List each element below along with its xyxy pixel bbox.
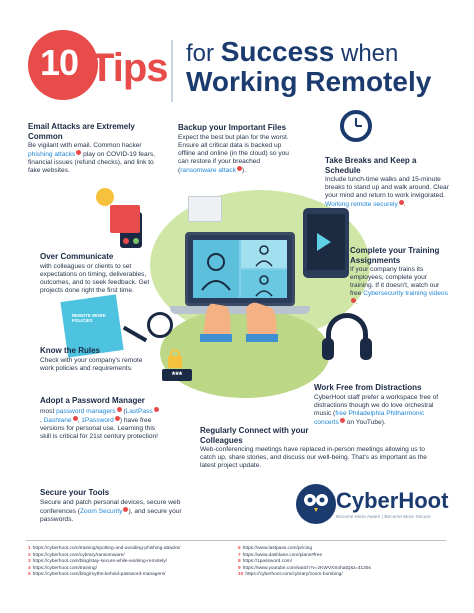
source-item[interactable]: 8 https://1password.com/ xyxy=(238,559,371,566)
password-field-icon: *** xyxy=(162,369,192,381)
sources-list-right: 6 https://www.lastpass.com/pricing 7 https… xyxy=(238,546,371,579)
tip-tools-title: Secure your Tools xyxy=(40,488,110,497)
tip-training-title: Complete your Training Assignments xyxy=(350,246,440,265)
source-number: 9 xyxy=(238,565,241,571)
tip-connect-text: Web-conferencing meetings have replaced … xyxy=(200,446,427,470)
source-number: 4 xyxy=(28,565,31,571)
tip-breaks-title: Take Breaks and Keep a Schedule xyxy=(325,156,417,175)
owl-face-icon xyxy=(304,494,328,512)
tip-rules-title: Know the Rules xyxy=(40,346,101,355)
tip-training: Complete your Training Assignments If yo… xyxy=(350,246,450,307)
source-url: https://www.lastpass.com/pricing xyxy=(242,546,312,551)
tip-communicate: Over Communicate with colleagues or clie… xyxy=(40,252,158,295)
working-remote-securely-link[interactable]: Working remote securely xyxy=(325,201,398,208)
source-url: https://cyberhoot.com/blog/myths-behind-… xyxy=(32,572,166,578)
tip-distractions-text-2: on YouTube). xyxy=(344,418,386,426)
ransomware-attack-link[interactable]: ransomware attack xyxy=(180,167,236,174)
source-item[interactable]: 3 https://cyberhoot.com/blog/stay-secure-… xyxy=(28,559,180,566)
tip-breaks-text-2: . xyxy=(403,201,406,209)
coffee-mug-icon xyxy=(147,312,173,338)
source-item[interactable]: 10 https://cyberhoot.com/cybrary/zoom-bom… xyxy=(238,572,371,579)
sources-list-left: 1 https://cyberhoot.com/training/spotting… xyxy=(28,546,180,579)
headphones-right-cup xyxy=(360,338,372,360)
tip-distractions: Work Free from Distractions CyberHoot st… xyxy=(314,383,442,427)
tip-connect-title: Regularly Connect with your Colleagues xyxy=(200,426,309,445)
tip-distractions-title: Work Free from Distractions xyxy=(314,383,422,392)
source-number: 6 xyxy=(238,546,241,551)
typing-hands-icon xyxy=(200,302,278,342)
video-call-screen xyxy=(193,240,287,298)
headphones-left-cup xyxy=(322,338,334,360)
header-divider xyxy=(171,40,173,102)
tip-breaks: Take Breaks and Keep a Schedule Include … xyxy=(325,156,449,209)
source-number: 8 xyxy=(238,559,241,565)
source-number: 5 xyxy=(28,572,31,578)
tips-number: 10 xyxy=(40,42,79,83)
source-number: 2 xyxy=(28,552,31,558)
source-number: 3 xyxy=(28,559,31,565)
clock-hands-icon xyxy=(355,118,362,127)
source-item[interactable]: 5 https://cyberhoot.com/blog/myths-behind… xyxy=(28,572,180,579)
source-url: https://cyberhoot.com/cybrary/ransomware… xyxy=(32,552,125,558)
tip-email-text: Be vigilant with email. Common hacker xyxy=(28,142,142,150)
tip-breaks-text: Include lunch-time walks and 15-minute b… xyxy=(325,176,449,200)
header-success: Success xyxy=(220,36,335,67)
source-number: 10 xyxy=(238,572,244,578)
source-url: https://www.youtube.com/watch?v=zKWVXSoh… xyxy=(242,565,371,571)
source-url: https://1password.com/ xyxy=(242,559,292,565)
video-call-people-icon xyxy=(193,240,287,298)
tip-communicate-text: with colleagues or clients to set expect… xyxy=(40,262,150,294)
source-url: https://cyberhoot.com/cybrary/zoom-bombi… xyxy=(245,572,343,578)
source-number: 7 xyxy=(238,552,241,558)
tip-connect: Regularly Connect with your Colleagues W… xyxy=(200,426,438,470)
footer-divider xyxy=(26,540,446,541)
source-url: https://cyberhoot.com/training/spotting-… xyxy=(32,546,181,551)
tip-password: Adopt a Password Manager most password m… xyxy=(40,396,160,441)
cyberhoot-tagline: Become More Aware | Become More Secure xyxy=(336,515,431,520)
source-url: https://cyberhoot.com/blog/stay-secure-w… xyxy=(32,559,168,565)
tip-backup-text-2: ). xyxy=(241,166,246,174)
play-icon xyxy=(317,233,331,251)
phishing-attacks-link[interactable]: phishing attacks xyxy=(28,151,75,158)
header-for: for xyxy=(186,40,215,67)
source-url: https://cyberhoot.com/training/ xyxy=(32,565,97,571)
password-managers-link[interactable]: password managers xyxy=(56,408,115,415)
source-url: https://www.dashlane.com/plans#free xyxy=(242,552,323,558)
cyberhoot-logo-text: CyberHoot xyxy=(336,488,449,513)
source-item[interactable]: 6 https://www.lastpass.com/pricing xyxy=(238,546,371,553)
tip-password-title: Adopt a Password Manager xyxy=(40,396,145,405)
header-line-1: for Success when xyxy=(186,36,398,68)
footnote-6-marker xyxy=(153,406,159,412)
clock-icon xyxy=(340,110,372,142)
onepassword-link[interactable]: 1Password xyxy=(81,417,114,424)
zoom-security-link[interactable]: Zoom Security xyxy=(80,508,123,515)
tip-training-text-2: . xyxy=(356,299,358,307)
pen-icon xyxy=(122,325,148,343)
calendar-icon xyxy=(110,205,140,233)
header-line-2: Working Remotely xyxy=(186,66,432,97)
tip-email: Email Attacks are Extremely Common Be vi… xyxy=(28,122,156,175)
cybersecurity-training-videos-link[interactable]: Cybersecurity training videos xyxy=(363,290,448,297)
policy-book-label: REMOTE WORK POLICIES xyxy=(72,313,106,323)
cyberhoot-owl-logo-icon xyxy=(296,484,336,524)
lock-icon xyxy=(168,356,182,368)
dashlane-link[interactable]: Dashlane xyxy=(44,417,72,424)
calendar-badge-icon xyxy=(96,188,114,206)
tip-communicate-title: Over Communicate xyxy=(40,252,114,261)
tip-tools: Secure your Tools Secure and patch perso… xyxy=(40,488,182,524)
tip-backup: Backup your Important Files Expect the b… xyxy=(178,123,296,175)
source-number: 1 xyxy=(28,546,31,551)
tip-email-title: Email Attacks are Extremely Common xyxy=(28,122,135,141)
header-when: when xyxy=(341,40,399,67)
router-illustration xyxy=(188,196,222,222)
accept-icon xyxy=(133,238,139,244)
tip-backup-title: Backup your Important Files xyxy=(178,123,287,132)
tip-password-text: most xyxy=(40,407,57,415)
tip-rules-text: Check with your company's remote work po… xyxy=(40,356,143,372)
lastpass-link[interactable]: LastPass xyxy=(126,408,153,415)
tips-word: Tips xyxy=(90,46,169,90)
tip-rules: Know the Rules Check with your company's… xyxy=(40,346,152,373)
source-item[interactable]: 1 https://cyberhoot.com/training/spotting… xyxy=(28,546,180,553)
decline-icon xyxy=(123,238,129,244)
